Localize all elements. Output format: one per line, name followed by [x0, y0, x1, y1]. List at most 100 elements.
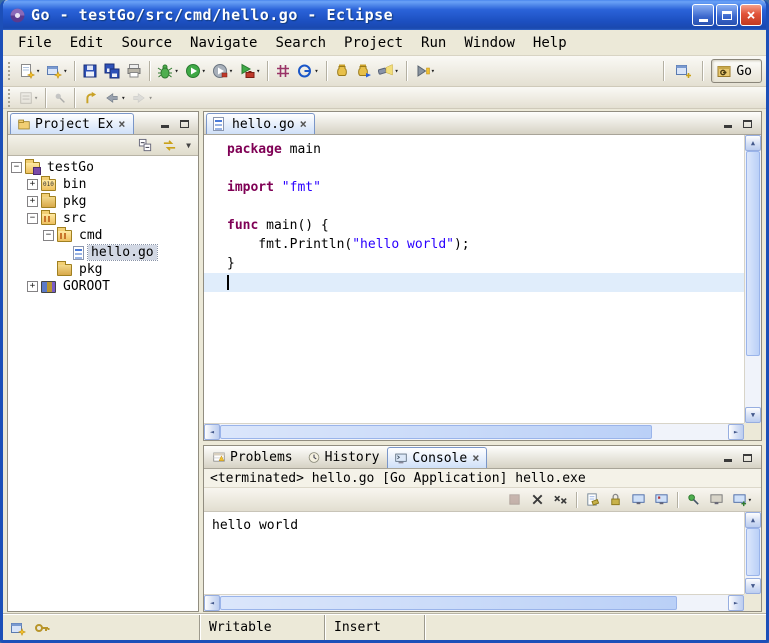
scrollbar-thumb[interactable]: [746, 528, 760, 576]
scroll-up-icon[interactable]: ▲: [745, 512, 761, 528]
scroll-down-icon[interactable]: ▼: [745, 578, 761, 594]
tab-project-explorer[interactable]: Project Ex ×: [10, 113, 134, 134]
close-icon[interactable]: ×: [117, 118, 126, 130]
scroll-right-icon[interactable]: ►: [728, 595, 744, 611]
pin-console-button[interactable]: [684, 490, 703, 510]
tab-history[interactable]: History: [301, 447, 386, 468]
menu-file[interactable]: File: [9, 32, 61, 54]
run-last-button[interactable]: ▾: [209, 59, 236, 83]
toggle-mark-occurrences-button[interactable]: ▾: [16, 88, 41, 107]
console-horizontal-scrollbar[interactable]: ◄ ►: [204, 594, 744, 611]
open-perspective-button[interactable]: [672, 59, 694, 83]
scroll-right-icon[interactable]: ►: [728, 424, 744, 440]
minimize-view-button[interactable]: [156, 116, 173, 130]
view-menu-button[interactable]: ▼: [184, 135, 193, 155]
tree-item-testGo[interactable]: − testGo: [11, 159, 198, 176]
scrollbar-thumb[interactable]: [220, 596, 677, 610]
titlebar[interactable]: Go - testGo/src/cmd/hello.go - Eclipse ×: [3, 0, 766, 30]
expand-expander-icon[interactable]: +: [27, 281, 38, 292]
open-console-button[interactable]: ▾: [730, 490, 754, 510]
run-button[interactable]: ▾: [182, 59, 209, 83]
menu-project[interactable]: Project: [335, 32, 412, 54]
next-annotation-button[interactable]: ▾: [411, 59, 438, 83]
scrollbar-thumb[interactable]: [220, 425, 652, 439]
new-go-app-button[interactable]: [272, 59, 294, 83]
tree-item-pkg[interactable]: + pkg: [27, 193, 198, 210]
editor-body: package main import "fmt" func main() { …: [204, 135, 761, 440]
display-selected-console-button[interactable]: [707, 490, 726, 510]
open-jar-button[interactable]: [331, 59, 353, 83]
remove-all-terminated-button[interactable]: [551, 490, 570, 510]
menu-search[interactable]: Search: [266, 32, 335, 54]
import-jar-button[interactable]: [353, 59, 375, 83]
last-edit-location-button[interactable]: [79, 88, 101, 107]
tab-problems[interactable]: Problems: [206, 447, 299, 468]
tree-item-bin[interactable]: + bin: [27, 176, 198, 193]
close-icon[interactable]: ×: [471, 452, 480, 464]
scroll-down-icon[interactable]: ▼: [745, 407, 761, 423]
remove-launch-button[interactable]: [528, 490, 547, 510]
menu-edit[interactable]: Edit: [61, 32, 113, 54]
menu-navigate[interactable]: Navigate: [181, 32, 266, 54]
print-button[interactable]: [123, 59, 145, 83]
tree-item-pkg2[interactable]: pkg: [43, 261, 198, 278]
go-wizard-button[interactable]: ▾: [294, 59, 321, 83]
tree-item-cmd[interactable]: − cmd: [43, 227, 198, 244]
fast-view-button[interactable]: [10, 620, 26, 636]
terminate-button[interactable]: [505, 490, 524, 510]
tab-console[interactable]: Console ×: [387, 447, 487, 468]
show-stdout-console-button[interactable]: [629, 490, 648, 510]
expand-expander-icon[interactable]: +: [27, 196, 38, 207]
external-tools-button[interactable]: ▾: [236, 59, 263, 83]
minimize-view-button[interactable]: [719, 116, 736, 130]
key-button[interactable]: [34, 620, 50, 636]
close-icon[interactable]: ×: [299, 118, 308, 130]
collapse-expander-icon[interactable]: −: [27, 213, 38, 224]
forward-button[interactable]: ▾: [128, 88, 155, 107]
pin-editor-button[interactable]: [50, 88, 70, 107]
console-vertical-scrollbar[interactable]: ▲ ▼: [744, 512, 761, 594]
expand-expander-icon[interactable]: +: [27, 179, 38, 190]
search-button[interactable]: ▾: [375, 59, 402, 83]
maximize-button[interactable]: [716, 4, 738, 26]
collapse-expander-icon[interactable]: −: [43, 230, 54, 241]
tree-item-GOROOT[interactable]: + GOROOT: [27, 278, 198, 295]
editor-vertical-scrollbar[interactable]: ▲ ▼: [744, 135, 761, 423]
toolbar-grip[interactable]: [8, 89, 12, 107]
collapse-all-button[interactable]: [136, 135, 155, 155]
scroll-left-icon[interactable]: ◄: [204, 424, 220, 440]
scroll-up-icon[interactable]: ▲: [745, 135, 761, 151]
close-button[interactable]: ×: [740, 4, 762, 26]
save-all-button[interactable]: [101, 59, 123, 83]
debug-button[interactable]: ▾: [154, 59, 181, 83]
tree-item-src[interactable]: − src: [27, 210, 198, 227]
console-output[interactable]: hello world: [204, 512, 744, 594]
tree-item-hello-go[interactable]: hello.go: [59, 244, 198, 261]
toolbar-grip[interactable]: [8, 62, 12, 80]
tab-hello-go[interactable]: hello.go ×: [206, 113, 315, 134]
scroll-left-icon[interactable]: ◄: [204, 595, 220, 611]
minimize-button[interactable]: [692, 4, 714, 26]
back-button[interactable]: ▾: [101, 88, 128, 107]
scroll-lock-button[interactable]: [606, 490, 625, 510]
menu-run[interactable]: Run: [412, 32, 455, 54]
menu-source[interactable]: Source: [112, 32, 181, 54]
new-wizard-button[interactable]: ▾: [16, 59, 43, 83]
maximize-view-button[interactable]: [739, 450, 756, 464]
scrollbar-thumb[interactable]: [746, 151, 760, 356]
clear-console-button[interactable]: [583, 490, 602, 510]
minimize-view-button[interactable]: [719, 450, 736, 464]
collapse-expander-icon[interactable]: −: [11, 162, 22, 173]
new-element-button[interactable]: ▾: [43, 59, 70, 83]
go-perspective-toggle[interactable]: Go: [711, 59, 762, 83]
code-editor[interactable]: package main import "fmt" func main() { …: [204, 135, 744, 423]
link-with-editor-button[interactable]: [160, 135, 179, 155]
save-button[interactable]: [79, 59, 101, 83]
menu-window[interactable]: Window: [455, 32, 524, 54]
maximize-view-button[interactable]: [739, 116, 756, 130]
maximize-view-button[interactable]: [176, 116, 193, 130]
search-flashlight-icon: [378, 63, 394, 79]
editor-horizontal-scrollbar[interactable]: ◄ ►: [204, 423, 744, 440]
show-stderr-console-button[interactable]: [652, 490, 671, 510]
menu-help[interactable]: Help: [524, 32, 576, 54]
